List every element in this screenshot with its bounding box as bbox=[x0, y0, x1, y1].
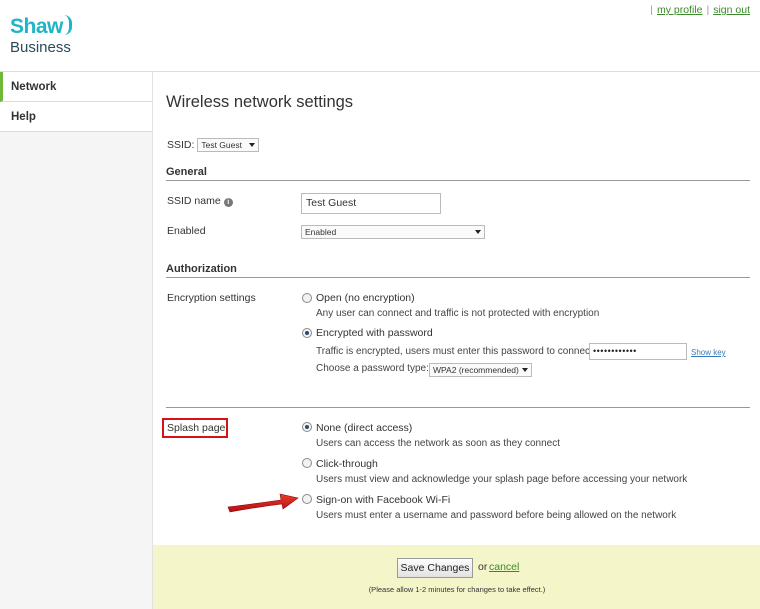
open-option-desc: Any user can connect and traffic is not … bbox=[316, 308, 600, 319]
ssid-select[interactable]: Test Guest bbox=[197, 138, 259, 152]
password-type-select-value: WPA2 (recommended) bbox=[433, 365, 519, 375]
sign-out-link[interactable]: sign out bbox=[713, 4, 750, 16]
encrypted-option-desc: Traffic is encrypted, users must enter t… bbox=[316, 346, 596, 357]
enabled-label: Enabled bbox=[167, 225, 206, 237]
page-title: Wireless network settings bbox=[166, 93, 354, 111]
cancel-link[interactable]: cancel bbox=[489, 561, 519, 573]
password-type-select[interactable]: WPA2 (recommended) bbox=[429, 363, 532, 377]
sidebar-item-network[interactable]: Network bbox=[0, 72, 152, 102]
my-profile-link[interactable]: my profile bbox=[657, 4, 703, 16]
main-content: Wireless network settings SSID: Test Gue… bbox=[152, 71, 760, 609]
enabled-select[interactable]: Enabled bbox=[301, 225, 485, 239]
authorization-heading: Authorization bbox=[166, 263, 750, 278]
chevron-down-icon bbox=[522, 368, 528, 372]
toplinks-separator: | bbox=[706, 4, 710, 16]
save-footer: Save Changes or cancel (Please allow 1-2… bbox=[153, 545, 760, 609]
splash-page-label: Splash page bbox=[167, 422, 226, 434]
ssid-name-label-text: SSID name bbox=[167, 195, 221, 207]
ssid-selector-label: SSID: bbox=[167, 138, 195, 151]
encryption-settings-label: Encryption settings bbox=[167, 292, 256, 304]
encrypted-option-label[interactable]: Encrypted with password bbox=[316, 327, 433, 339]
shaw-business-logo[interactable]: Shaw Business bbox=[10, 13, 72, 55]
changes-note: (Please allow 1-2 minutes for changes to… bbox=[368, 585, 546, 594]
logo-swoosh-icon bbox=[64, 15, 72, 35]
splash-none-label[interactable]: None (direct access) bbox=[316, 422, 412, 434]
password-type-label: Choose a password type: bbox=[316, 363, 429, 374]
sidebar: Network Help bbox=[0, 71, 152, 609]
open-option-label[interactable]: Open (no encryption) bbox=[316, 292, 415, 304]
or-text: or bbox=[478, 561, 488, 573]
splash-none-radio[interactable] bbox=[302, 422, 312, 432]
ssid-name-label: SSID name i bbox=[167, 195, 233, 207]
splash-facebook-label[interactable]: Sign-on with Facebook Wi-Fi bbox=[316, 494, 450, 506]
logo-business-text: Business bbox=[10, 39, 71, 56]
ssid-select-value: Test Guest bbox=[201, 140, 242, 150]
save-changes-button[interactable]: Save Changes bbox=[397, 558, 473, 578]
sidebar-item-help[interactable]: Help bbox=[0, 102, 152, 132]
splash-click-radio[interactable] bbox=[302, 458, 312, 468]
toplinks-separator: | bbox=[650, 4, 653, 16]
splash-facebook-desc: Users must enter a username and password… bbox=[316, 510, 677, 521]
ssid-name-input[interactable]: Test Guest bbox=[301, 193, 441, 214]
logo-shaw-text: Shaw bbox=[10, 15, 63, 38]
general-heading: General bbox=[166, 166, 750, 181]
chevron-down-icon bbox=[475, 230, 481, 234]
ssid-selector-row: SSID: Test Guest bbox=[167, 138, 259, 152]
splash-facebook-radio[interactable] bbox=[302, 494, 312, 504]
splash-click-label[interactable]: Click-through bbox=[316, 458, 378, 470]
show-key-link[interactable]: Show key bbox=[691, 348, 726, 357]
open-radio[interactable] bbox=[302, 293, 312, 303]
splash-none-desc: Users can access the network as soon as … bbox=[316, 438, 561, 449]
chevron-down-icon bbox=[249, 143, 255, 147]
top-links: | my profile | sign out bbox=[646, 4, 750, 16]
enabled-select-value: Enabled bbox=[305, 227, 337, 237]
encrypted-radio[interactable] bbox=[302, 328, 312, 338]
splash-click-desc: Users must view and acknowledge your spl… bbox=[316, 474, 688, 485]
top-bar: Shaw Business | my profile | sign out bbox=[0, 0, 760, 71]
info-icon[interactable]: i bbox=[223, 198, 233, 207]
password-input[interactable]: •••••••••••• bbox=[589, 343, 687, 360]
section-divider bbox=[166, 407, 750, 408]
red-arrow-icon bbox=[227, 493, 299, 513]
